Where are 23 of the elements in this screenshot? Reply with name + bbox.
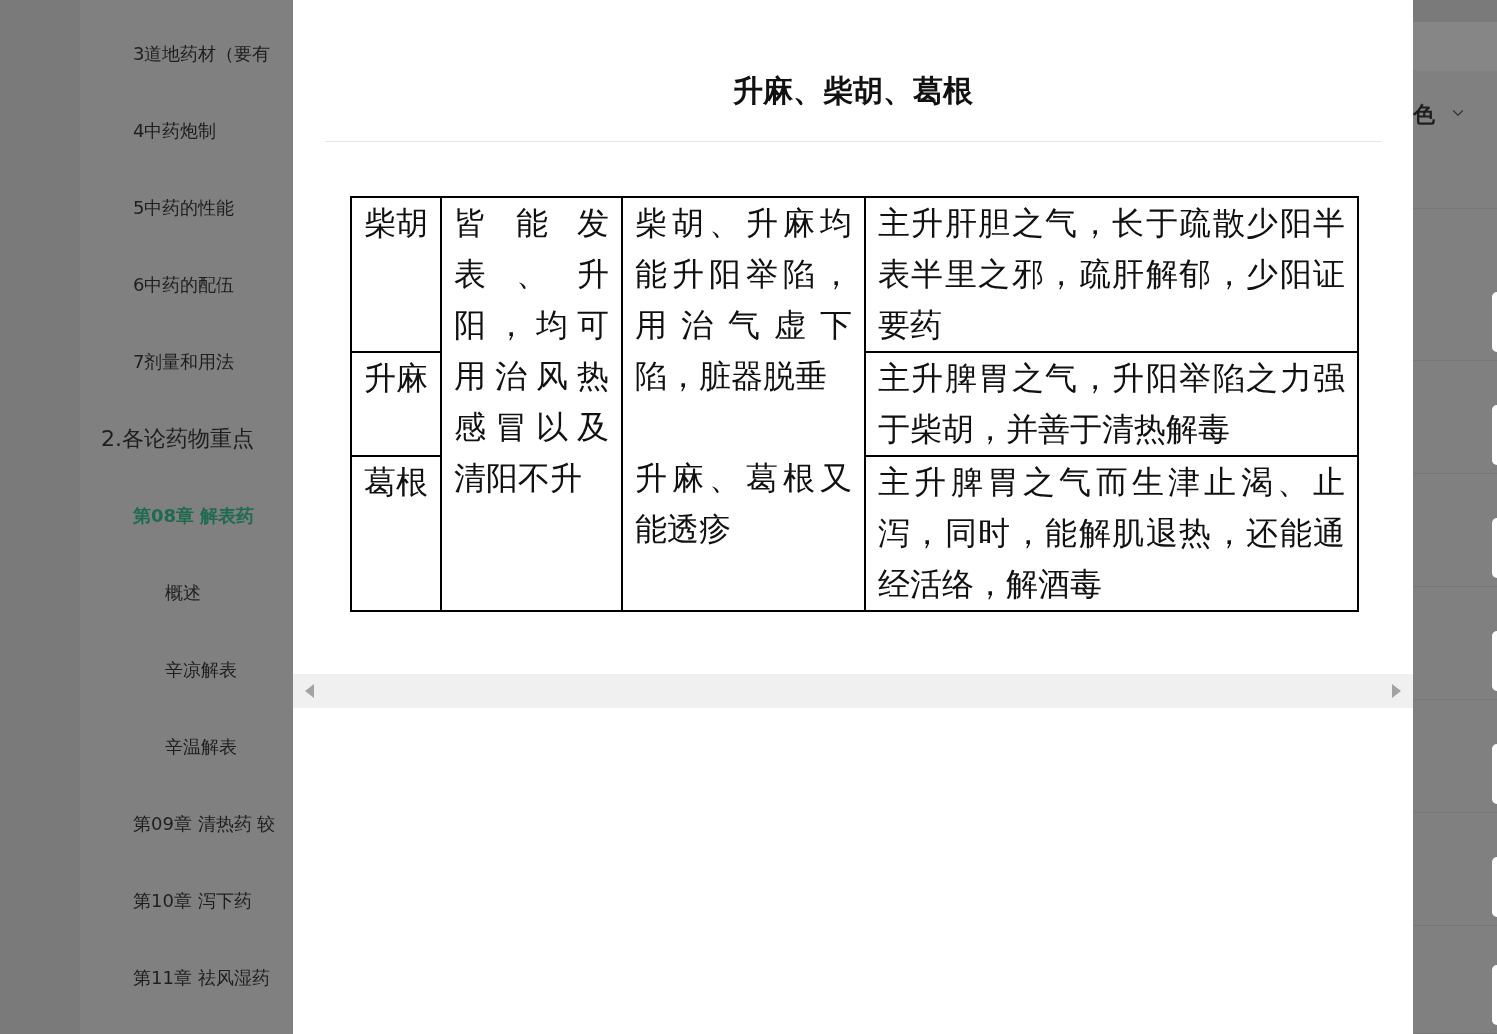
table-cell: 主升脾胃之气，升阳举陷之力强于柴胡，并善于清热解毒 bbox=[865, 352, 1358, 456]
scroll-left-icon[interactable] bbox=[305, 684, 314, 698]
table-cell: 柴胡、升麻均能升阳举陷，用治气虚下陷，脏器脱垂 升麻、葛根又能透疹 bbox=[622, 197, 865, 611]
table-cell: 升麻 bbox=[351, 352, 441, 456]
round-button[interactable] bbox=[1492, 965, 1497, 1025]
round-button[interactable] bbox=[1492, 856, 1497, 917]
dialog-title: 升麻、柴胡、葛根 bbox=[733, 72, 973, 110]
dropdown-label[interactable]: 色 bbox=[1413, 97, 1435, 131]
horizontal-scrollbar[interactable] bbox=[293, 674, 1413, 708]
round-button[interactable] bbox=[1492, 291, 1497, 352]
round-button[interactable] bbox=[1492, 517, 1497, 578]
round-button[interactable] bbox=[1492, 743, 1497, 804]
table-cell: 皆能发表、升阳，均可用治风热感冒以及清阳不升 bbox=[441, 197, 622, 611]
table-cell: 葛根 bbox=[351, 456, 441, 611]
table-cell: 柴胡 bbox=[351, 197, 441, 352]
scroll-right-icon[interactable] bbox=[1392, 684, 1401, 698]
round-button[interactable] bbox=[1492, 404, 1497, 465]
table-cell: 主升脾胃之气而生津止渴、止泻，同时，能解肌退热，还能通经活络，解酒毒 bbox=[865, 456, 1358, 611]
sidebar-item[interactable]: 第09章 清热药 较 bbox=[0, 810, 276, 837]
sidebar-item[interactable]: 3道地药材（要有 bbox=[0, 40, 271, 67]
sidebar-item[interactable]: 第11章 祛风湿药 bbox=[0, 964, 270, 991]
round-button[interactable] bbox=[1492, 630, 1497, 691]
table-cell: 主升肝胆之气，长于疏散少阳半表半里之邪，疏肝解郁，少阳证要药 bbox=[865, 197, 1358, 352]
